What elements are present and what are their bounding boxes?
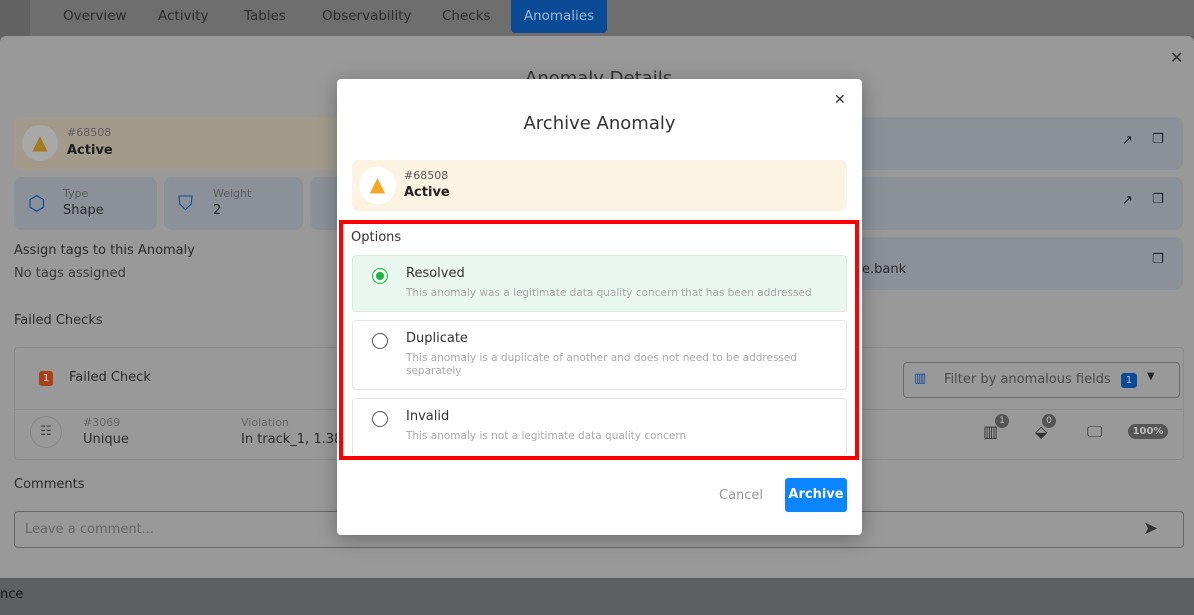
weight-icon: ⛉ (178, 191, 193, 215)
filter-placeholder: Filter by anomalous fields (944, 372, 1111, 387)
tab-anomalies[interactable]: Anomalies (511, 0, 607, 33)
close-icon[interactable]: ✕ (1170, 48, 1183, 67)
option-desc: This anomaly was a legitimate data quali… (406, 287, 812, 299)
tags-count-badge: 0 (1042, 414, 1056, 428)
tab-checks[interactable]: Checks (430, 0, 503, 33)
weight-label: Weight (213, 187, 252, 200)
archive-anomaly-modal: ✕ Archive Anomaly ▲ #68508 Active Option… (337, 79, 862, 535)
radio-resolved[interactable] (372, 268, 388, 284)
open-link-icon[interactable]: ↗ (1122, 133, 1133, 148)
modal-anomaly-id: #68508 (404, 169, 449, 182)
options-label: Options (351, 230, 402, 245)
copy-icon[interactable]: ❐ (1152, 132, 1164, 147)
container-name: e.bank (862, 262, 907, 277)
violation-value: In track_1, 1.389 (241, 432, 351, 447)
chevron-down-icon[interactable]: ▼ (1147, 371, 1155, 382)
warning-icon: ▲ (359, 167, 396, 204)
sidebar-edge (0, 0, 30, 36)
modal-status-card: ▲ #68508 Active (352, 160, 847, 211)
sidebar-item-partial[interactable]: nce (0, 587, 23, 602)
filter-count-badge: 1 (1121, 373, 1137, 388)
type-label: Type (63, 187, 89, 200)
cancel-button[interactable]: Cancel (719, 488, 763, 503)
option-duplicate[interactable]: Duplicate This anomaly is a duplicate of… (352, 320, 847, 390)
bottom-bar: nce (0, 578, 1194, 615)
tags-empty[interactable]: No tags assigned (14, 266, 126, 281)
tab-tables[interactable]: Tables (232, 0, 298, 33)
failed-check-label: Failed Check (69, 370, 151, 385)
violation-label: Violation (241, 416, 289, 429)
option-label: Duplicate (406, 331, 468, 346)
tags-heading: Assign tags to this Anomaly (14, 243, 195, 258)
archive-button[interactable]: Archive (785, 478, 847, 512)
monitor-icon[interactable]: 🖵 (1087, 422, 1102, 442)
option-desc: This anomaly is a duplicate of another a… (406, 352, 798, 377)
anomaly-id: #68508 (67, 126, 112, 139)
fields-count-badge: 1 (995, 414, 1009, 428)
status-card: ▲ #68508 Active (14, 117, 344, 170)
option-invalid[interactable]: Invalid This anomaly is not a legitimate… (352, 398, 847, 454)
type-value: Shape (63, 203, 104, 218)
option-label: Resolved (406, 266, 465, 281)
radio-invalid[interactable] (372, 411, 388, 427)
anomaly-status: Active (67, 143, 113, 158)
check-icon: ☷ (30, 416, 62, 448)
option-resolved[interactable]: Resolved This anomaly was a legitimate d… (352, 255, 847, 312)
container-card: e.bank ❐ (850, 237, 1183, 290)
option-desc: This anomaly is not a legitimate data qu… (406, 430, 687, 442)
tab-activity[interactable]: Activity (146, 0, 221, 33)
close-icon[interactable]: ✕ (834, 92, 846, 108)
percent-badge: 100% (1128, 424, 1168, 439)
columns-icon: ▥ (914, 371, 927, 386)
radio-duplicate[interactable] (372, 333, 388, 349)
modal-anomaly-status: Active (404, 185, 450, 200)
check-id: #3069 (83, 416, 121, 429)
copy-icon[interactable]: ❐ (1152, 192, 1164, 207)
send-icon[interactable]: ➤ (1143, 518, 1158, 539)
failed-count-badge: 1 (39, 371, 53, 386)
check-name: Unique (83, 432, 129, 447)
comments-heading: Comments (14, 477, 85, 492)
weight-value: 2 (213, 203, 222, 218)
type-card: ⬡ Type Shape (14, 177, 157, 230)
comment-placeholder: Leave a comment... (25, 522, 155, 537)
filter-anomalous-fields[interactable]: ▥ Filter by anomalous fields 1 ▼ (903, 362, 1180, 398)
top-nav: Overview Activity Tables Observability C… (0, 0, 1194, 36)
tab-overview[interactable]: Overview (51, 0, 139, 33)
info-card: ↗ ❐ (850, 117, 1183, 170)
warning-icon: ▲ (22, 125, 58, 161)
shape-icon: ⬡ (28, 191, 46, 215)
weight-card: ⛉ Weight 2 (164, 177, 303, 230)
info-card-2: ↗ ❐ (850, 177, 1183, 230)
copy-icon[interactable]: ❐ (1152, 252, 1164, 267)
tab-observability[interactable]: Observability (310, 0, 423, 33)
modal-title: Archive Anomaly (523, 113, 676, 134)
failed-checks-heading: Failed Checks (14, 313, 103, 328)
option-label: Invalid (406, 409, 450, 424)
open-link-icon[interactable]: ↗ (1122, 193, 1133, 208)
